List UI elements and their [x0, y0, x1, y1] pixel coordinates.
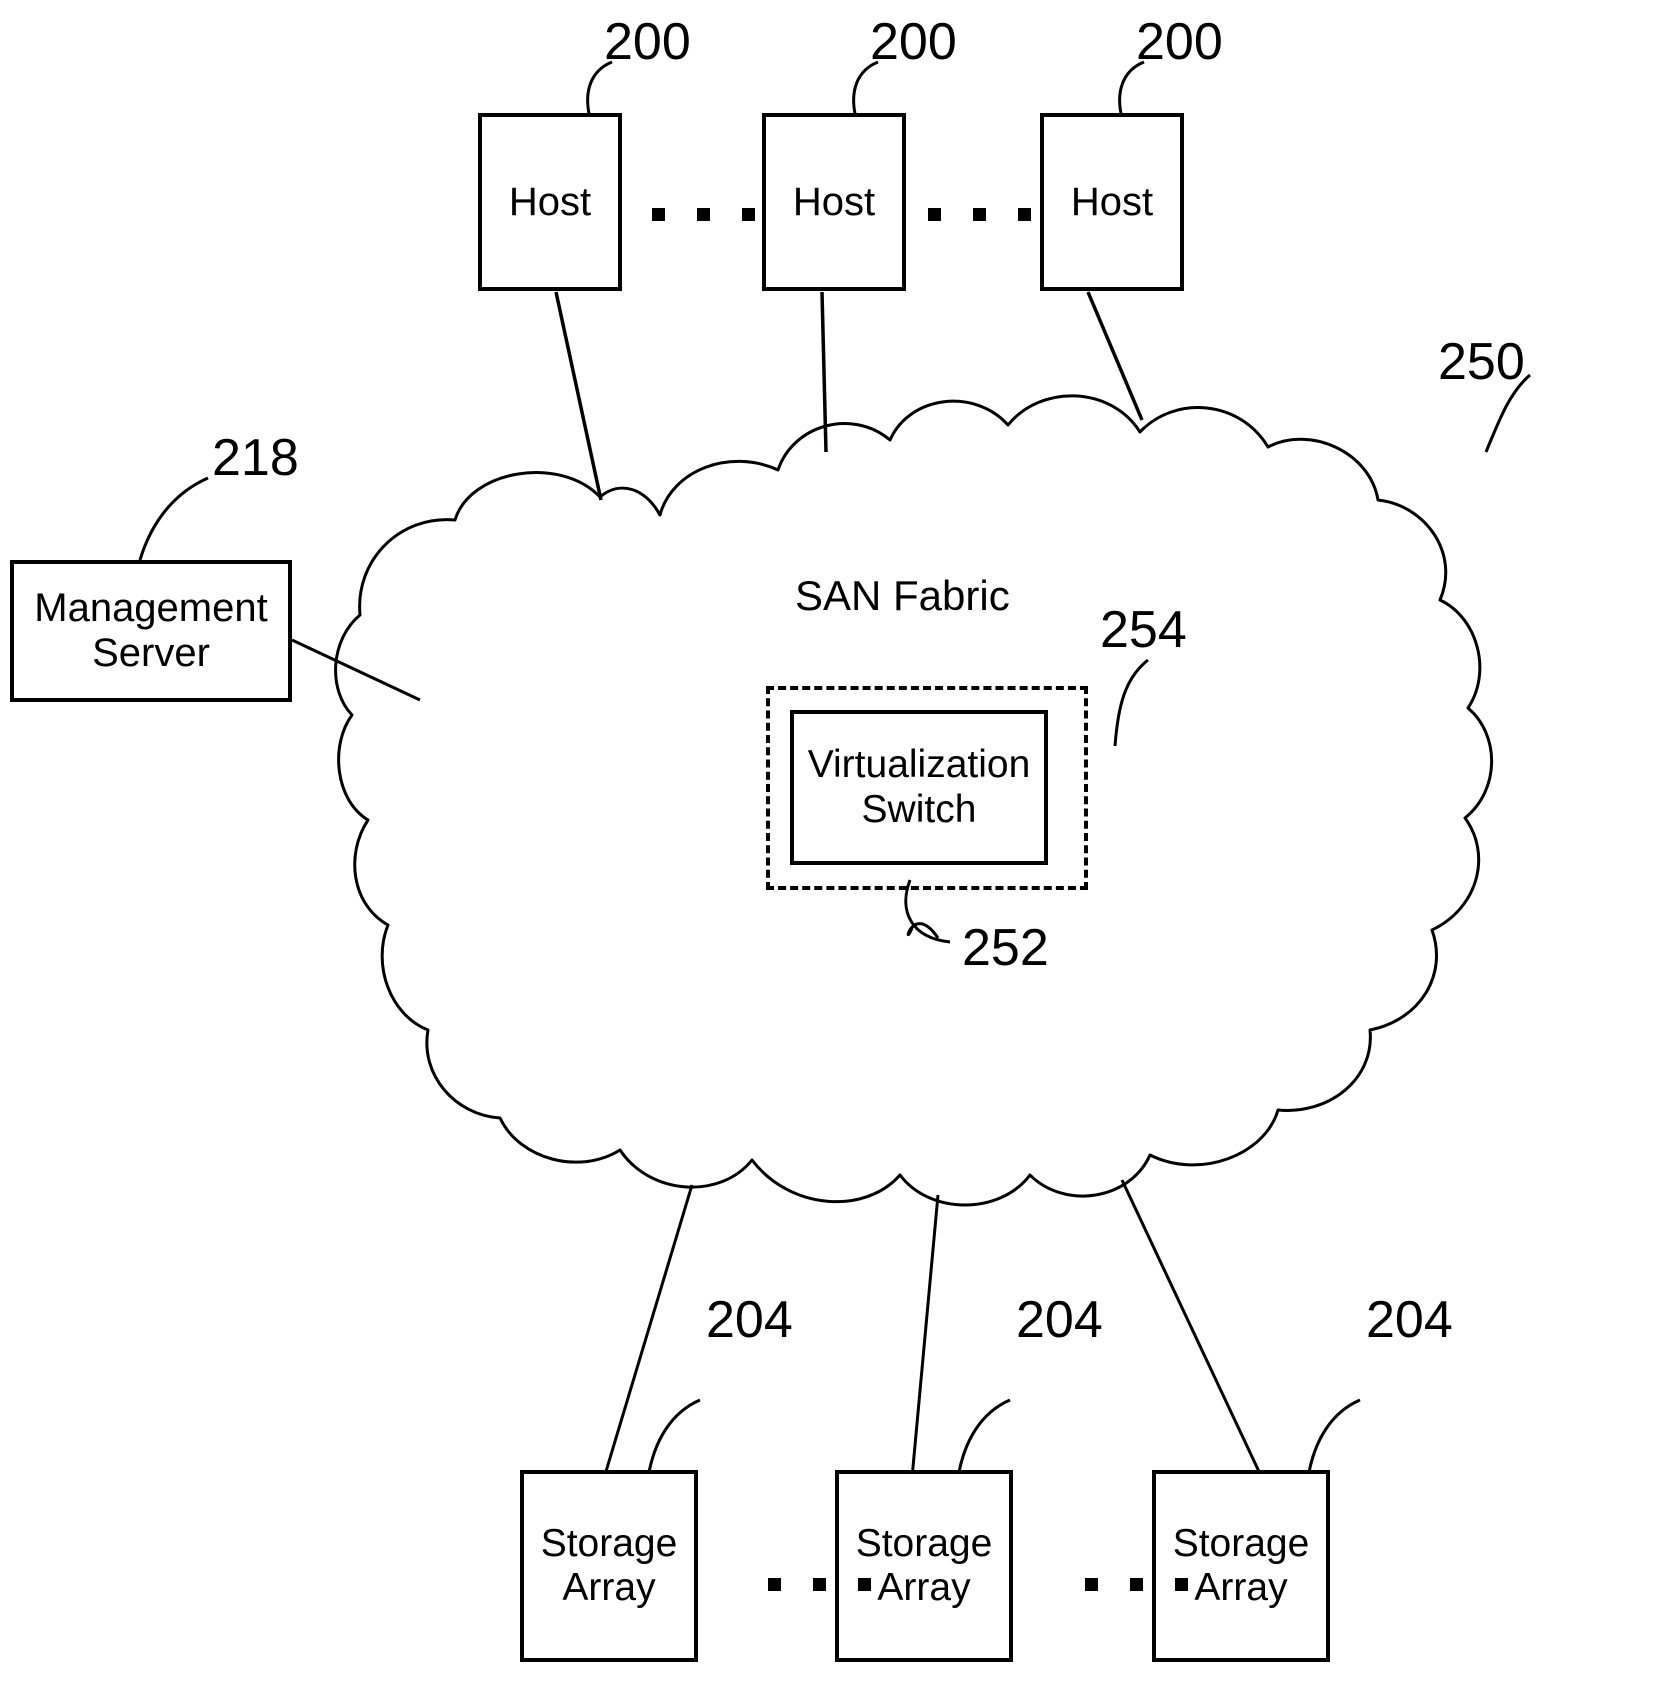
storage-array-2-label-line2: Array: [877, 1566, 971, 1609]
ref-252-leader: [906, 922, 940, 939]
storage-array-box-1[interactable]: Storage Array: [520, 1470, 698, 1662]
host-3-connector: [1086, 291, 1144, 421]
management-server-label-line1: Management: [34, 586, 268, 631]
storage-array-3-label-line2: Array: [1194, 1566, 1288, 1609]
virtualization-switch-label-line2: Switch: [861, 787, 977, 831]
ref-label-250-cloud: 250: [1438, 333, 1525, 391]
san-fabric-diagram: Host Host Host 200 200 200 Management Se…: [0, 0, 1653, 1689]
storage-array-1-label-wrapper: Storage Array: [541, 1522, 678, 1609]
management-server-label-wrapper: Management Server: [34, 586, 267, 676]
ref-204-a-leader: [646, 1398, 701, 1479]
san-fabric-label: SAN Fabric: [795, 572, 1010, 619]
host-box-1[interactable]: Host: [478, 113, 622, 291]
virtualization-switch-label-line1: Virtualization: [807, 742, 1031, 786]
storage-ellipsis-1: [768, 1578, 871, 1591]
host-box-3-label: Host: [1070, 179, 1154, 224]
host-1-connector: [554, 291, 603, 501]
host-ellipsis-2: [928, 208, 1031, 221]
ellipsis-dot: [1130, 1578, 1143, 1591]
ref-label-252: 252: [962, 919, 1049, 977]
ellipsis-dot: [1018, 208, 1031, 221]
storage-array-box-2[interactable]: Storage Array: [835, 1470, 1013, 1662]
ellipsis-dot: [973, 208, 986, 221]
ref-218-leader: [138, 476, 209, 561]
ref-204-b-leader: [956, 1398, 1011, 1479]
ellipsis-dot: [1175, 1578, 1188, 1591]
ref-label-200-host-1: 200: [604, 13, 691, 71]
ellipsis-dot: [697, 208, 710, 221]
ref-label-200-host-3: 200: [1136, 13, 1223, 71]
management-server-box[interactable]: Management Server: [10, 560, 292, 702]
ref-label-254: 254: [1100, 601, 1187, 659]
ref-label-204-storage-2: 204: [1016, 1291, 1103, 1349]
ellipsis-dot: [928, 208, 941, 221]
ellipsis-dot: [652, 208, 665, 221]
storage-ellipsis-2: [1085, 1578, 1188, 1591]
storage-array-3-label-line1: Storage: [1172, 1522, 1310, 1566]
host-box-2[interactable]: Host: [762, 113, 906, 291]
ref-254-leader: [1113, 658, 1149, 747]
ref-label-200-host-2: 200: [870, 13, 957, 71]
storage-array-2-label-line1: Storage: [855, 1522, 993, 1566]
storage-array-1-label-line2: Array: [562, 1566, 656, 1609]
storage-array-3-label-wrapper: Storage Array: [1173, 1522, 1310, 1609]
host-ellipsis-1: [652, 208, 755, 221]
host-box-1-label: Host: [508, 179, 592, 224]
virtualization-switch-box[interactable]: Virtualization Switch: [790, 710, 1048, 865]
ref-label-204-storage-3: 204: [1366, 1291, 1453, 1349]
ref-label-218: 218: [212, 429, 299, 487]
management-server-connector: [291, 638, 421, 702]
virtualization-switch-label-wrapper: Virtualization Switch: [808, 743, 1031, 833]
storage-1-connector: [602, 1184, 694, 1479]
host-box-2-label: Host: [792, 179, 876, 224]
ref-204-c-leader: [1306, 1398, 1361, 1479]
storage-2-connector: [910, 1194, 940, 1479]
ref-252-leader-main: [908, 928, 958, 943]
ellipsis-dot: [742, 208, 755, 221]
ellipsis-dot: [1085, 1578, 1098, 1591]
ref-label-204-storage-1: 204: [706, 1291, 793, 1349]
storage-array-2-label-wrapper: Storage Array: [856, 1522, 993, 1609]
ellipsis-dot: [858, 1578, 871, 1591]
ellipsis-dot: [768, 1578, 781, 1591]
storage-array-1-label-line1: Storage: [540, 1522, 678, 1566]
storage-array-box-3[interactable]: Storage Array: [1152, 1470, 1330, 1662]
host-2-connector: [820, 291, 828, 453]
storage-3-connector: [1120, 1179, 1264, 1479]
host-box-3[interactable]: Host: [1040, 113, 1184, 291]
management-server-label-line2: Server: [92, 631, 210, 675]
ellipsis-dot: [813, 1578, 826, 1591]
